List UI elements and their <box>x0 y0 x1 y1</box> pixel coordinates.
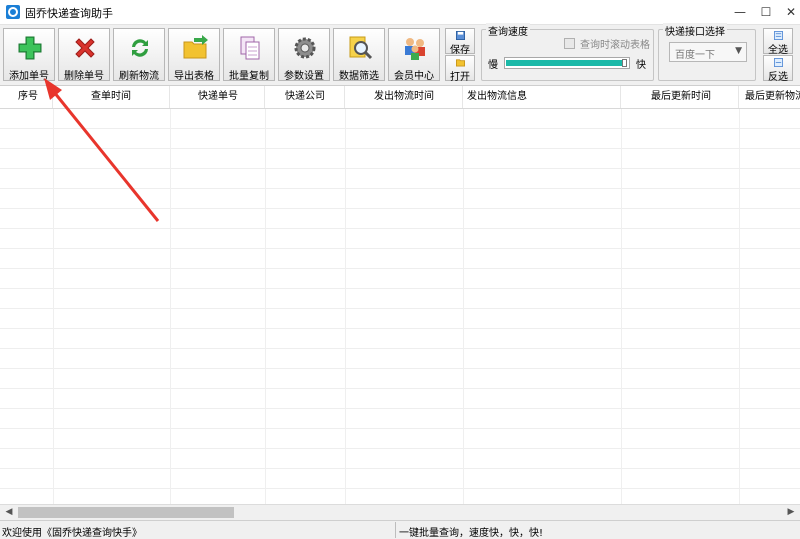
title-bar: 固乔快递查询助手 — ☐ ✕ <box>0 0 800 25</box>
column-header-last-update-time[interactable]: 最后更新时间 <box>621 86 739 108</box>
folder-export-icon <box>183 35 208 59</box>
results-table[interactable]: 序号 查单时间 快递单号 快递公司 发出物流时间 发出物流信息 最后更新时间 最… <box>0 86 800 504</box>
column-header-courier[interactable]: 快递公司 <box>265 86 345 108</box>
save-disk-icon <box>456 31 465 40</box>
refresh-icon <box>132 39 148 57</box>
save-label: 保存 <box>450 45 470 56</box>
horizontal-scrollbar[interactable]: ◀ ▶ <box>0 504 800 520</box>
invert-selection-icon <box>774 58 783 67</box>
data-filter-button[interactable]: 数据筛选 <box>333 28 385 82</box>
table-body <box>0 109 800 504</box>
select-all-icon <box>774 31 783 40</box>
api-select-value: 百度一下 <box>675 50 715 61</box>
add-number-label: 添加单号 <box>9 71 49 82</box>
column-divider <box>170 109 171 504</box>
add-number-button[interactable]: 添加单号 <box>3 28 55 82</box>
green-plus-icon <box>18 36 42 60</box>
fast-label: 快 <box>636 60 646 71</box>
column-divider <box>265 109 266 504</box>
query-speed-group: 查询速度 查询时滚动表格 慢 快 <box>481 23 654 81</box>
speed-slider-thumb[interactable] <box>622 59 627 67</box>
slow-label: 慢 <box>488 60 498 71</box>
table-header: 序号 查单时间 快递单号 快递公司 发出物流时间 发出物流信息 最后更新时间 最… <box>0 86 800 109</box>
close-button[interactable]: ✕ <box>778 0 800 24</box>
scrollbar-thumb[interactable] <box>18 507 234 518</box>
export-table-label: 导出表格 <box>174 71 214 82</box>
query-speed-slider[interactable] <box>504 57 630 69</box>
red-x-icon <box>75 38 95 58</box>
scroll-table-checkbox[interactable] <box>564 38 575 49</box>
delete-number-button[interactable]: 删除单号 <box>58 28 110 82</box>
gear-icon <box>294 37 316 59</box>
invert-selection-label: 反选 <box>768 72 788 83</box>
scroll-right-icon[interactable]: ▶ <box>784 506 798 519</box>
app-search-icon <box>6 5 20 19</box>
invert-selection-button[interactable]: 反选 <box>763 55 793 83</box>
toolbar: 添加单号 删除单号 刷新物流 导出表格 批量复制 参数设置 数据筛选 会员中心 … <box>0 23 800 86</box>
refresh-logistics-button[interactable]: 刷新物流 <box>113 28 165 82</box>
select-all-label: 全选 <box>768 45 788 56</box>
batch-copy-label: 批量复制 <box>229 71 269 82</box>
column-header-dispatch-time[interactable]: 发出物流时间 <box>345 86 463 108</box>
chevron-down-icon: ▼ <box>735 46 742 56</box>
select-all-button[interactable]: 全选 <box>763 28 793 56</box>
delete-number-label: 删除单号 <box>64 71 104 82</box>
open-folder-icon <box>456 59 465 67</box>
column-divider <box>463 109 464 504</box>
api-select-dropdown[interactable]: 百度一下 ▼ <box>669 42 747 62</box>
query-speed-title: 查询速度 <box>486 23 530 38</box>
save-button[interactable]: 保存 <box>445 28 475 56</box>
refresh-logistics-label: 刷新物流 <box>119 71 159 82</box>
open-label: 打开 <box>450 72 470 83</box>
column-header-dispatch-info[interactable]: 发出物流信息 <box>463 86 621 108</box>
column-header-index[interactable]: 序号 <box>0 86 53 108</box>
parameter-settings-label: 参数设置 <box>284 71 324 82</box>
export-table-button[interactable]: 导出表格 <box>168 28 220 82</box>
scroll-left-icon[interactable]: ◀ <box>2 506 16 519</box>
data-filter-label: 数据筛选 <box>339 71 379 82</box>
member-center-label: 会员中心 <box>394 71 434 82</box>
minimize-button[interactable]: — <box>727 0 753 24</box>
api-select-group: 快递接口选择 百度一下 ▼ <box>658 23 756 81</box>
members-icon <box>405 38 425 60</box>
column-divider <box>53 109 54 504</box>
open-button[interactable]: 打开 <box>445 55 475 83</box>
parameter-settings-button[interactable]: 参数设置 <box>278 28 330 82</box>
column-divider <box>345 109 346 504</box>
status-divider <box>395 522 396 538</box>
maximize-button[interactable]: ☐ <box>753 0 779 24</box>
column-divider <box>739 109 740 504</box>
status-bar: 欢迎使用《固乔快递查询快手》 一键批量查询，速度快，快，快! <box>0 520 800 539</box>
batch-copy-button[interactable]: 批量复制 <box>223 28 275 82</box>
column-header-query-time[interactable]: 查单时间 <box>53 86 170 108</box>
status-welcome-text: 欢迎使用《固乔快递查询快手》 <box>2 528 142 539</box>
status-slogan-text: 一键批量查询，速度快，快，快! <box>399 528 544 539</box>
member-center-button[interactable]: 会员中心 <box>388 28 440 82</box>
window-title: 固乔快递查询助手 <box>25 7 113 20</box>
column-header-tracking-number[interactable]: 快递单号 <box>170 86 265 108</box>
search-filter-icon <box>349 36 373 60</box>
column-divider <box>621 109 622 504</box>
scroll-table-label: 查询时滚动表格 <box>580 40 650 51</box>
copy-documents-icon <box>240 36 260 60</box>
speed-slider-fill <box>506 60 624 66</box>
column-header-last-update-info[interactable]: 最后更新物流 <box>739 86 800 108</box>
api-select-title: 快递接口选择 <box>663 23 727 38</box>
